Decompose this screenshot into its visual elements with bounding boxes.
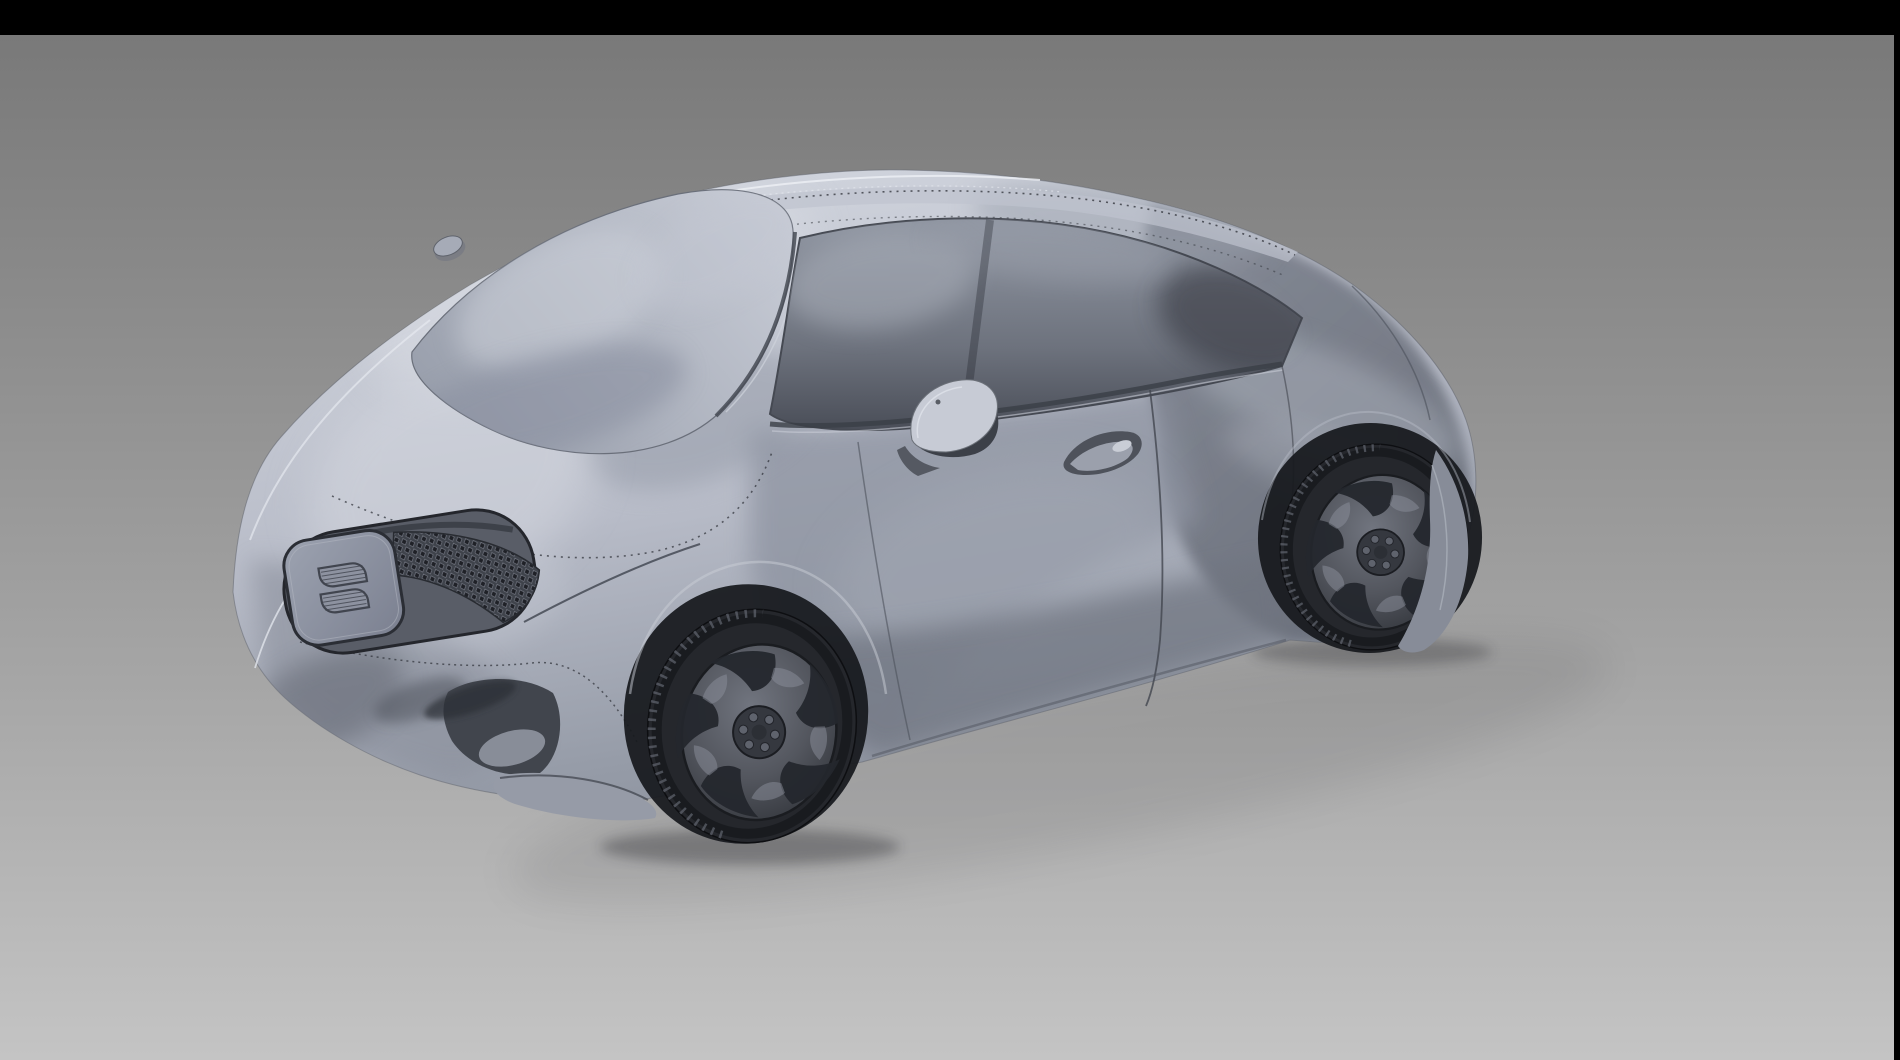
application-window xyxy=(0,0,1900,1060)
viewport[interactable] xyxy=(0,35,1894,1060)
letterbox-top-bar xyxy=(0,0,1900,35)
antenna-nub xyxy=(431,232,469,265)
scene-svg xyxy=(0,0,1900,1060)
seat-badge xyxy=(280,527,407,649)
letterbox-right-bar xyxy=(1894,0,1900,1060)
